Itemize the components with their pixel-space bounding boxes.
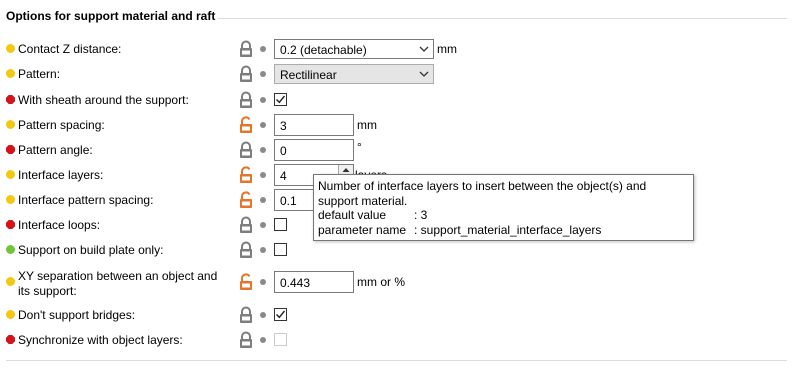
mode-simple-icon [6,120,15,129]
contact-z-distance-label: Contact Z distance: [18,42,122,56]
lock-closed-icon[interactable] [238,216,254,234]
lock-closed-icon[interactable] [238,331,254,349]
lock-closed-icon[interactable] [238,241,254,259]
tooltip-default-key: default value [318,208,387,222]
bullet-icon[interactable] [260,279,266,285]
row-pattern: Pattern: Rectilinear [0,63,795,85]
lock-open-icon[interactable] [238,191,254,209]
pattern-angle-label: Pattern angle: [18,143,93,157]
tooltip-param-row: parameter name : support_material_interfa… [318,223,689,238]
mode-expert-icon [6,145,15,154]
xy-separation-input[interactable]: 0.443 [274,271,354,293]
interface-pattern-spacing-value: 0.1 [280,194,297,208]
row-pattern-spacing: Pattern spacing: 3 mm [0,114,795,136]
chevron-down-icon [419,71,429,77]
bullet-icon[interactable] [260,197,266,203]
pattern-spacing-label: Pattern spacing: [18,118,105,132]
pattern-spacing-unit: mm [357,118,377,132]
pattern-value: Rectilinear [280,68,337,82]
section-bottom-divider [6,360,787,361]
bullet-icon[interactable] [260,122,266,128]
lock-open-icon[interactable] [238,273,254,291]
tooltip-param-value: : support_material_interface_layers [414,222,602,237]
checkmark-icon [276,310,286,319]
tooltip-description: Number of interface layers to insert bet… [318,179,647,208]
tooltip-default-value: : 3 [414,208,428,222]
mode-expert-icon [6,95,15,104]
mode-expert-icon [6,335,15,344]
support-build-plate-only-label: Support on build plate only: [18,243,164,257]
row-support-build-plate-only: Support on build plate only: [0,239,795,261]
pattern-spacing-input[interactable]: 3 [274,114,354,136]
mode-beginner-icon [6,245,15,254]
xy-separation-label: XY separation between an object and its … [18,269,218,298]
synchronize-object-layers-checkbox[interactable] [274,333,287,346]
bullet-icon[interactable] [260,247,266,253]
support-build-plate-only-checkbox[interactable] [274,243,287,256]
bullet-icon[interactable] [260,337,266,343]
lock-closed-icon[interactable] [238,91,254,109]
pattern-label: Pattern: [18,67,61,81]
mode-simple-icon [6,44,15,53]
lock-open-icon[interactable] [238,166,254,184]
bullet-icon[interactable] [260,71,266,77]
pattern-spacing-value: 3 [280,119,287,133]
pattern-angle-value: 0 [280,144,287,158]
tooltip-param-key: parameter name [318,222,407,237]
mode-simple-icon [6,69,15,78]
pattern-angle-unit: ° [357,140,362,154]
mode-simple-icon [6,310,15,319]
lock-closed-icon[interactable] [238,306,254,324]
with-sheath-label: With sheath around the support: [18,93,189,107]
row-xy-separation: XY separation between an object and its … [0,269,795,298]
mode-simple-icon [6,195,15,204]
pattern-combo[interactable]: Rectilinear [274,64,434,84]
interface-pattern-spacing-label: Interface pattern spacing: [18,193,154,207]
section-divider [218,18,787,19]
row-with-sheath: With sheath around the support: [0,89,795,111]
bullet-icon[interactable] [260,312,266,318]
tooltip-default-row: default value : 3 [318,208,689,223]
bullet-icon[interactable] [260,147,266,153]
interface-loops-label: Interface loops: [18,218,101,232]
checkmark-icon [276,95,286,104]
lock-closed-icon[interactable] [238,40,254,58]
contact-z-distance-value: 0.2 (detachable) [280,43,367,57]
contact-z-distance-unit: mm [437,42,457,56]
mode-expert-icon [6,220,15,229]
synchronize-object-layers-label: Synchronize with object layers: [18,333,183,347]
lock-closed-icon[interactable] [238,65,254,83]
lock-closed-icon[interactable] [238,141,254,159]
section-title: Options for support material and raft [6,9,216,23]
with-sheath-checkbox[interactable] [274,93,287,106]
contact-z-distance-combo[interactable]: 0.2 (detachable) [274,39,434,59]
row-pattern-angle: Pattern angle: 0 ° [0,139,795,161]
chevron-up-icon [342,168,350,172]
interface-layers-value: 4 [280,169,287,183]
xy-separation-unit: mm or % [357,275,405,289]
tooltip: Number of interface layers to insert bet… [313,174,694,241]
pattern-angle-input[interactable]: 0 [274,139,354,161]
dont-support-bridges-label: Don't support bridges: [18,308,136,322]
chevron-down-icon [419,46,429,52]
row-contact-z-distance: Contact Z distance: 0.2 (detachable) mm [0,38,795,60]
row-synchronize-object-layers: Synchronize with object layers: [0,329,795,351]
mode-simple-icon [6,277,15,286]
lock-open-icon[interactable] [238,116,254,134]
bullet-icon[interactable] [260,46,266,52]
xy-separation-value: 0.443 [280,276,311,290]
bullet-icon[interactable] [260,222,266,228]
mode-simple-icon [6,170,15,179]
bullet-icon[interactable] [260,97,266,103]
row-dont-support-bridges: Don't support bridges: [0,304,795,326]
dont-support-bridges-checkbox[interactable] [274,308,287,321]
bullet-icon[interactable] [260,172,266,178]
interface-loops-checkbox[interactable] [274,218,287,231]
interface-layers-label: Interface layers: [18,168,104,182]
